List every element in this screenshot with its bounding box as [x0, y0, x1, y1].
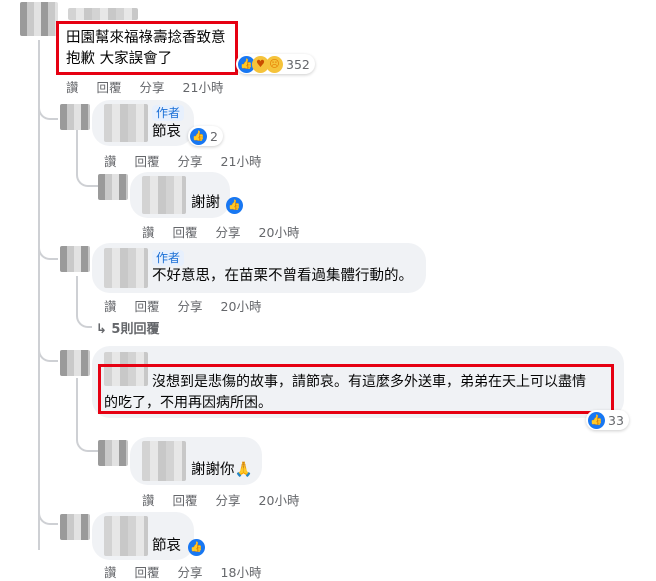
reply-button[interactable]: 回覆	[173, 493, 198, 508]
thread-connector	[76, 430, 98, 452]
like-button[interactable]: 讚	[142, 225, 155, 240]
avatar[interactable]	[60, 104, 90, 130]
commenter-name[interactable]	[68, 8, 138, 20]
avatar[interactable]	[20, 2, 58, 36]
view-more-replies[interactable]: ↳ 5則回覆	[96, 318, 159, 337]
timestamp[interactable]: 20小時	[259, 225, 300, 240]
thread-connector	[38, 90, 58, 120]
highlight-box	[56, 21, 238, 75]
commenter-name[interactable]	[104, 104, 148, 142]
like-button[interactable]: 讚	[142, 493, 155, 508]
sad-icon: ☹	[266, 55, 283, 73]
timestamp[interactable]: 18小時	[221, 565, 262, 580]
like-icon: 👍	[190, 127, 207, 145]
timestamp[interactable]: 20小時	[259, 493, 300, 508]
more-replies-label: 5則回覆	[111, 322, 160, 337]
comment-text: 節哀	[152, 538, 181, 554]
reaction-count: 33	[608, 412, 624, 428]
commenter-name[interactable]	[142, 176, 186, 214]
thread-connector	[38, 340, 58, 362]
author-badge: 作者	[152, 105, 185, 121]
reply-arrow-icon: ↳	[96, 322, 112, 337]
thread-connector	[38, 240, 58, 260]
reply-button[interactable]: 回覆	[97, 80, 122, 95]
commenter-name[interactable]	[104, 516, 148, 556]
reaction-count: 352	[286, 56, 310, 72]
reply-button[interactable]: 回覆	[135, 299, 160, 314]
like-button[interactable]: 讚	[104, 299, 117, 314]
avatar[interactable]	[98, 174, 128, 200]
like-button[interactable]: 讚	[66, 80, 79, 95]
timestamp[interactable]: 21小時	[183, 80, 224, 95]
avatar[interactable]	[60, 350, 90, 376]
reaction-summary[interactable]: 👍 ♥ ☹ 352	[236, 54, 315, 74]
share-button[interactable]: 分享	[178, 154, 203, 169]
like-icon: 👍	[588, 411, 605, 429]
comment-actions: 讚 回覆 分享 20小時	[142, 490, 299, 509]
reply-button[interactable]: 回覆	[135, 565, 160, 580]
reply-button[interactable]: 回覆	[135, 154, 160, 169]
comment-text: 謝謝你🙏	[191, 462, 253, 478]
highlight-box	[98, 364, 614, 414]
like-icon[interactable]: 👍	[226, 197, 243, 214]
timestamp[interactable]: 20小時	[221, 299, 262, 314]
reaction-summary[interactable]: 👍 33	[586, 410, 629, 430]
share-button[interactable]: 分享	[178, 299, 203, 314]
share-button[interactable]: 分享	[140, 80, 165, 95]
commenter-name[interactable]	[104, 248, 148, 288]
reaction-count: 2	[210, 128, 218, 144]
share-button[interactable]: 分享	[216, 493, 241, 508]
comment-actions: 讚 回覆 分享 21小時	[104, 151, 261, 170]
share-button[interactable]: 分享	[178, 565, 203, 580]
comment-text: 節哀	[152, 124, 181, 140]
thread-connector	[38, 505, 58, 525]
reaction-summary[interactable]: 👍 2	[188, 126, 223, 146]
thread-connector	[76, 306, 92, 328]
share-button[interactable]: 分享	[216, 225, 241, 240]
comment-actions: 讚 回覆 分享 18小時	[104, 562, 261, 581]
timestamp[interactable]: 21小時	[221, 154, 262, 169]
avatar[interactable]	[98, 440, 128, 466]
comment-actions: 讚 回覆 分享 21小時	[66, 77, 223, 96]
thread-line	[76, 130, 78, 170]
like-icon[interactable]: 👍	[188, 539, 205, 556]
comment-actions: 讚 回覆 分享 20小時	[142, 222, 299, 241]
avatar[interactable]	[60, 246, 90, 272]
thread-connector	[76, 165, 98, 187]
commenter-name[interactable]	[142, 441, 186, 481]
like-button[interactable]: 讚	[104, 154, 117, 169]
author-badge: 作者	[152, 250, 185, 266]
comment-actions: 讚 回覆 分享 20小時	[104, 296, 261, 315]
comment-text: 不好意思，在苗栗不曾看過集體行動的。	[152, 268, 413, 284]
like-button[interactable]: 讚	[104, 565, 117, 580]
comment-text: 謝謝	[191, 195, 220, 211]
avatar[interactable]	[60, 514, 90, 540]
thread-line	[76, 378, 78, 434]
thread-line	[38, 40, 40, 550]
reply-button[interactable]: 回覆	[173, 225, 198, 240]
